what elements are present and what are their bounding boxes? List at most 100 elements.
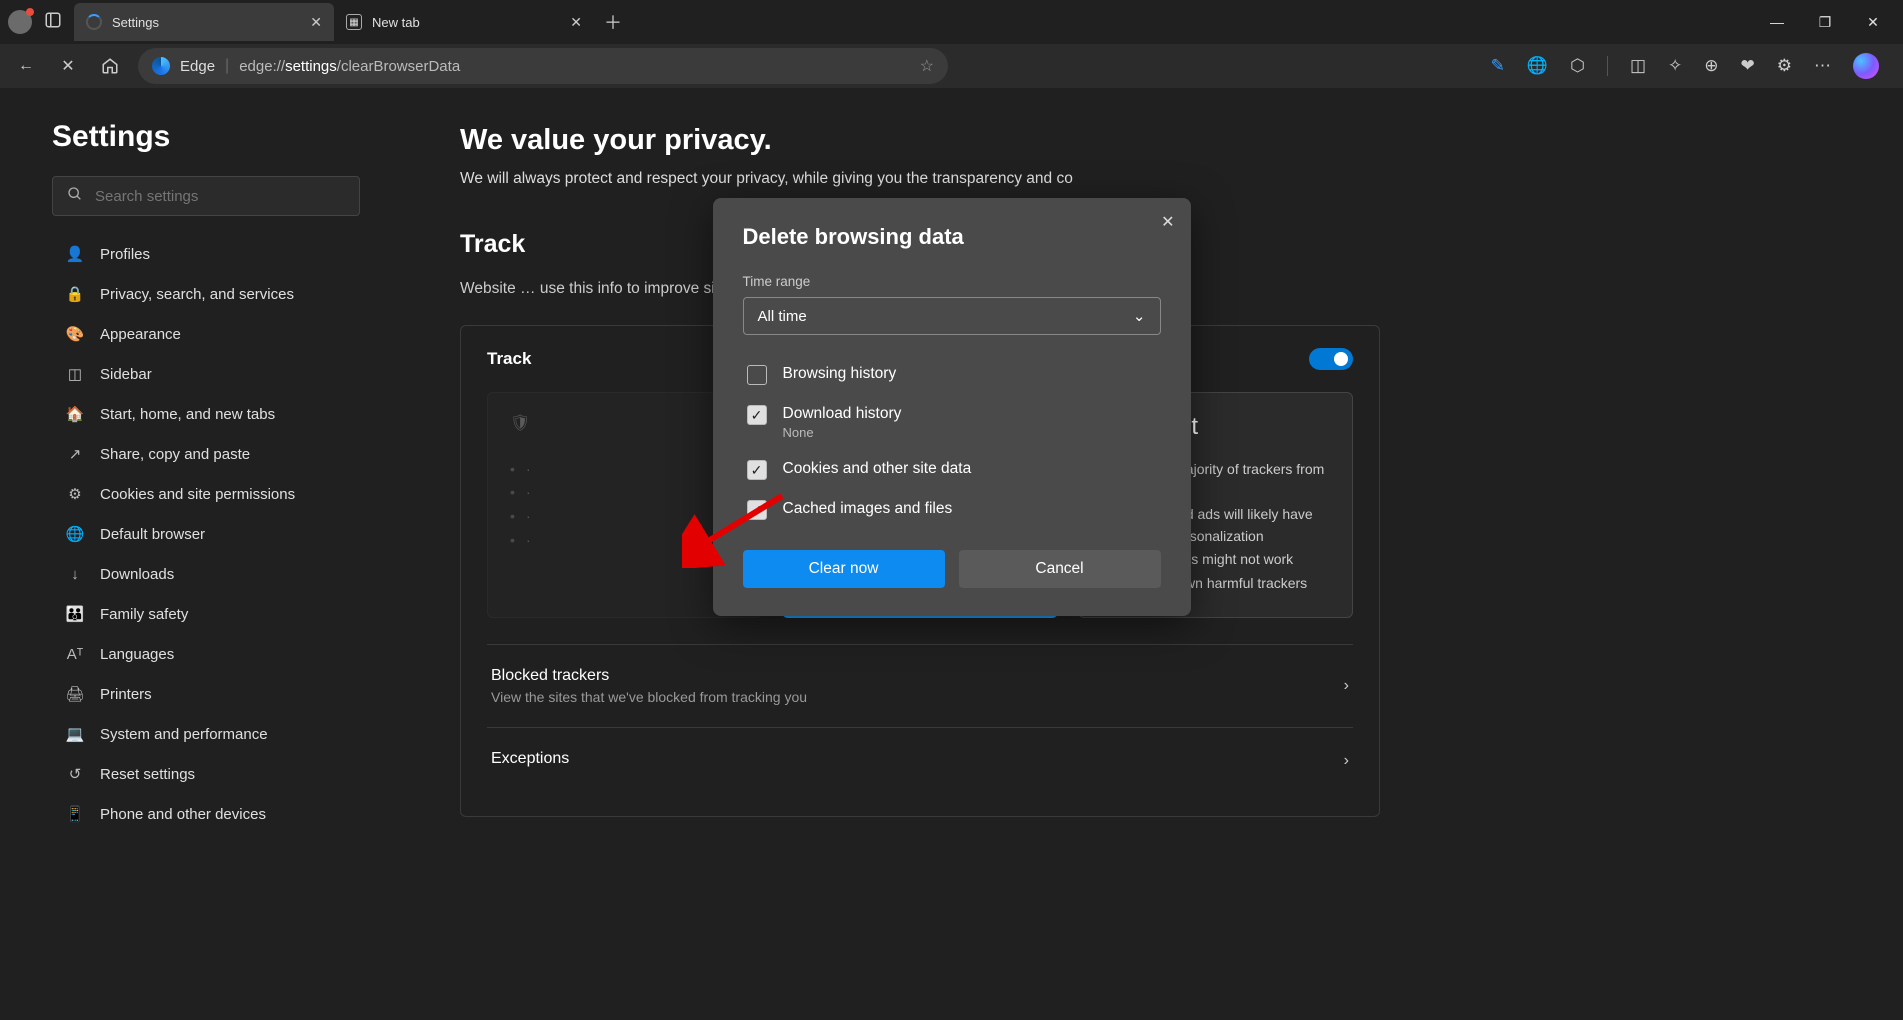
sidebar-item[interactable]: 🏠Start, home, and new tabs (52, 394, 360, 434)
stop-button[interactable]: ✕ (54, 52, 82, 80)
sidebar-label: Share, copy and paste (100, 446, 250, 463)
sidebar-label: Phone and other devices (100, 806, 266, 823)
copilot-icon[interactable] (1853, 53, 1879, 79)
sidebar-label: Default browser (100, 526, 205, 543)
sidebar-label: Reset settings (100, 766, 195, 783)
sidebar-icon: ↺ (66, 765, 84, 783)
sidebar-item[interactable]: 📱 Phone and other devices (52, 794, 360, 834)
sidebar-item[interactable]: ↺ Reset settings (52, 754, 360, 794)
tab-label: New tab (372, 15, 420, 30)
delete-browsing-data-dialog: ✕ Delete browsing data Time range All ti… (713, 198, 1191, 616)
tracking-toggle[interactable] (1309, 348, 1353, 370)
shield-icon: 🛡 (510, 413, 538, 441)
menu-icon[interactable]: ⋯ (1814, 56, 1831, 76)
sidebar-item[interactable]: 🖨Printers (52, 674, 360, 714)
favorites-icon[interactable]: ✧ (1668, 56, 1682, 76)
sidebar-label: Family safety (100, 606, 188, 623)
time-range-label: Time range (743, 274, 1161, 289)
chevron-down-icon: ⌄ (1133, 307, 1146, 325)
sidebar-item[interactable]: Aᵀ Languages (52, 634, 360, 674)
sidebar-label: Sidebar (100, 366, 152, 383)
new-tab-button[interactable]: ＋ (604, 9, 622, 35)
search-input[interactable] (95, 188, 345, 205)
close-tab-icon[interactable]: ✕ (570, 14, 582, 31)
sidebar-item[interactable]: 💻System and performance (52, 714, 360, 754)
tracking-label: Track (487, 349, 531, 369)
tab-new[interactable]: ▦ New tab ✕ (334, 3, 594, 41)
sidebar-item[interactable]: ↗ Share, copy and paste (52, 434, 360, 474)
tab-label: Settings (112, 15, 159, 30)
dialog-title: Delete browsing data (743, 224, 1161, 250)
sidebar-icon: 🏠 (66, 405, 84, 423)
clear-data-item[interactable]: ✓Cached images and files (743, 490, 1151, 530)
chevron-right-icon: › (1344, 677, 1349, 695)
sidebar-label: Cookies and site permissions (100, 486, 295, 503)
sidebar-item[interactable]: 🔒 Privacy, search, and services (52, 274, 360, 314)
page-icon: ▦ (346, 14, 362, 30)
back-button[interactable]: ← (12, 52, 40, 80)
sidebar-icon: 🎨 (66, 325, 84, 343)
performance-icon[interactable]: ⚙ (1777, 56, 1792, 76)
checkbox[interactable] (747, 365, 767, 385)
privacy-subtext: We will always protect and respect your … (460, 167, 1100, 190)
edge-label: Edge (180, 58, 215, 75)
sidebar-icon: ↓ (66, 566, 84, 583)
clear-now-button[interactable]: Clear now (743, 550, 945, 588)
checkbox[interactable]: ✓ (747, 460, 767, 480)
sidebar-label: Languages (100, 646, 174, 663)
address-bar[interactable]: Edge | edge://settings/clearBrowserData … (138, 48, 948, 84)
sidebar-icon: 💻 (66, 725, 84, 743)
sidebar-icon: 👪 (66, 605, 84, 623)
time-range-select[interactable]: All time ⌄ (743, 297, 1161, 335)
checkbox[interactable]: ✓ (747, 500, 767, 520)
close-tab-icon[interactable]: ✕ (310, 14, 322, 31)
tab-actions-icon[interactable] (44, 11, 62, 34)
home-button[interactable] (96, 52, 124, 80)
clear-data-item[interactable]: Browsing history (743, 355, 1151, 395)
sidebar-item[interactable]: 👤 Profiles (52, 234, 360, 274)
edge-logo-icon (152, 57, 170, 75)
checkbox[interactable]: ✓ (747, 405, 767, 425)
sidebar-item[interactable]: ◫Sidebar (52, 354, 360, 394)
sidebar-icon: ⚙ (66, 485, 84, 503)
split-screen-icon[interactable]: ◫ (1630, 56, 1646, 76)
exceptions-row[interactable]: Exceptions › (487, 727, 1353, 794)
search-settings[interactable] (52, 176, 360, 216)
cancel-button[interactable]: Cancel (959, 550, 1161, 588)
loading-spinner-icon (86, 14, 102, 30)
close-window-icon[interactable]: ✕ (1863, 14, 1883, 31)
sidebar-icon: 📱 (66, 805, 84, 823)
blocked-trackers-row[interactable]: Blocked trackers View the sites that we'… (487, 644, 1353, 727)
favorite-icon[interactable]: ☆ (920, 56, 934, 76)
privacy-heading: We value your privacy. (460, 124, 1380, 157)
maximize-icon[interactable]: ❐ (1815, 14, 1835, 31)
globe-icon[interactable]: 🌐 (1527, 56, 1548, 76)
window-controls: — ❐ ✕ (1767, 14, 1895, 31)
sidebar-item[interactable]: 👪 Family safety (52, 594, 360, 634)
sidebar-item[interactable]: 🌐Default browser (52, 514, 360, 554)
profile-avatar[interactable] (8, 10, 32, 34)
wand-icon[interactable]: ✎ (1491, 56, 1505, 76)
sidebar-label: Downloads (100, 566, 174, 583)
search-icon (67, 186, 83, 207)
sidebar-item[interactable]: ↓ Downloads (52, 554, 360, 594)
sidebar-label: Profiles (100, 246, 150, 263)
sidebar-label: Privacy, search, and services (100, 286, 294, 303)
clear-data-item[interactable]: ✓Cookies and other site data (743, 450, 1151, 490)
sidebar-icon: 🔒 (66, 285, 84, 303)
sidebar-item[interactable]: 🎨 Appearance (52, 314, 360, 354)
sidebar-icon: Aᵀ (66, 646, 84, 663)
sidebar-icon: ↗ (66, 445, 84, 463)
health-icon[interactable]: ❤ (1741, 56, 1755, 76)
sidebar-icon: 👤 (66, 245, 84, 263)
sidebar-label: Appearance (100, 326, 181, 343)
close-dialog-icon[interactable]: ✕ (1161, 212, 1174, 232)
clear-data-item[interactable]: ✓Download historyNone (743, 395, 1151, 450)
toolbar: ← ✕ Edge | edge://settings/clearBrowserD… (0, 44, 1903, 88)
collections-icon[interactable]: ⊕ (1704, 56, 1718, 76)
url-text: edge://settings/clearBrowserData (239, 58, 460, 75)
tab-settings[interactable]: Settings ✕ (74, 3, 334, 41)
sidebar-item[interactable]: ⚙ Cookies and site permissions (52, 474, 360, 514)
minimize-icon[interactable]: — (1767, 14, 1787, 31)
extensions-icon[interactable]: ⬡ (1570, 56, 1585, 76)
